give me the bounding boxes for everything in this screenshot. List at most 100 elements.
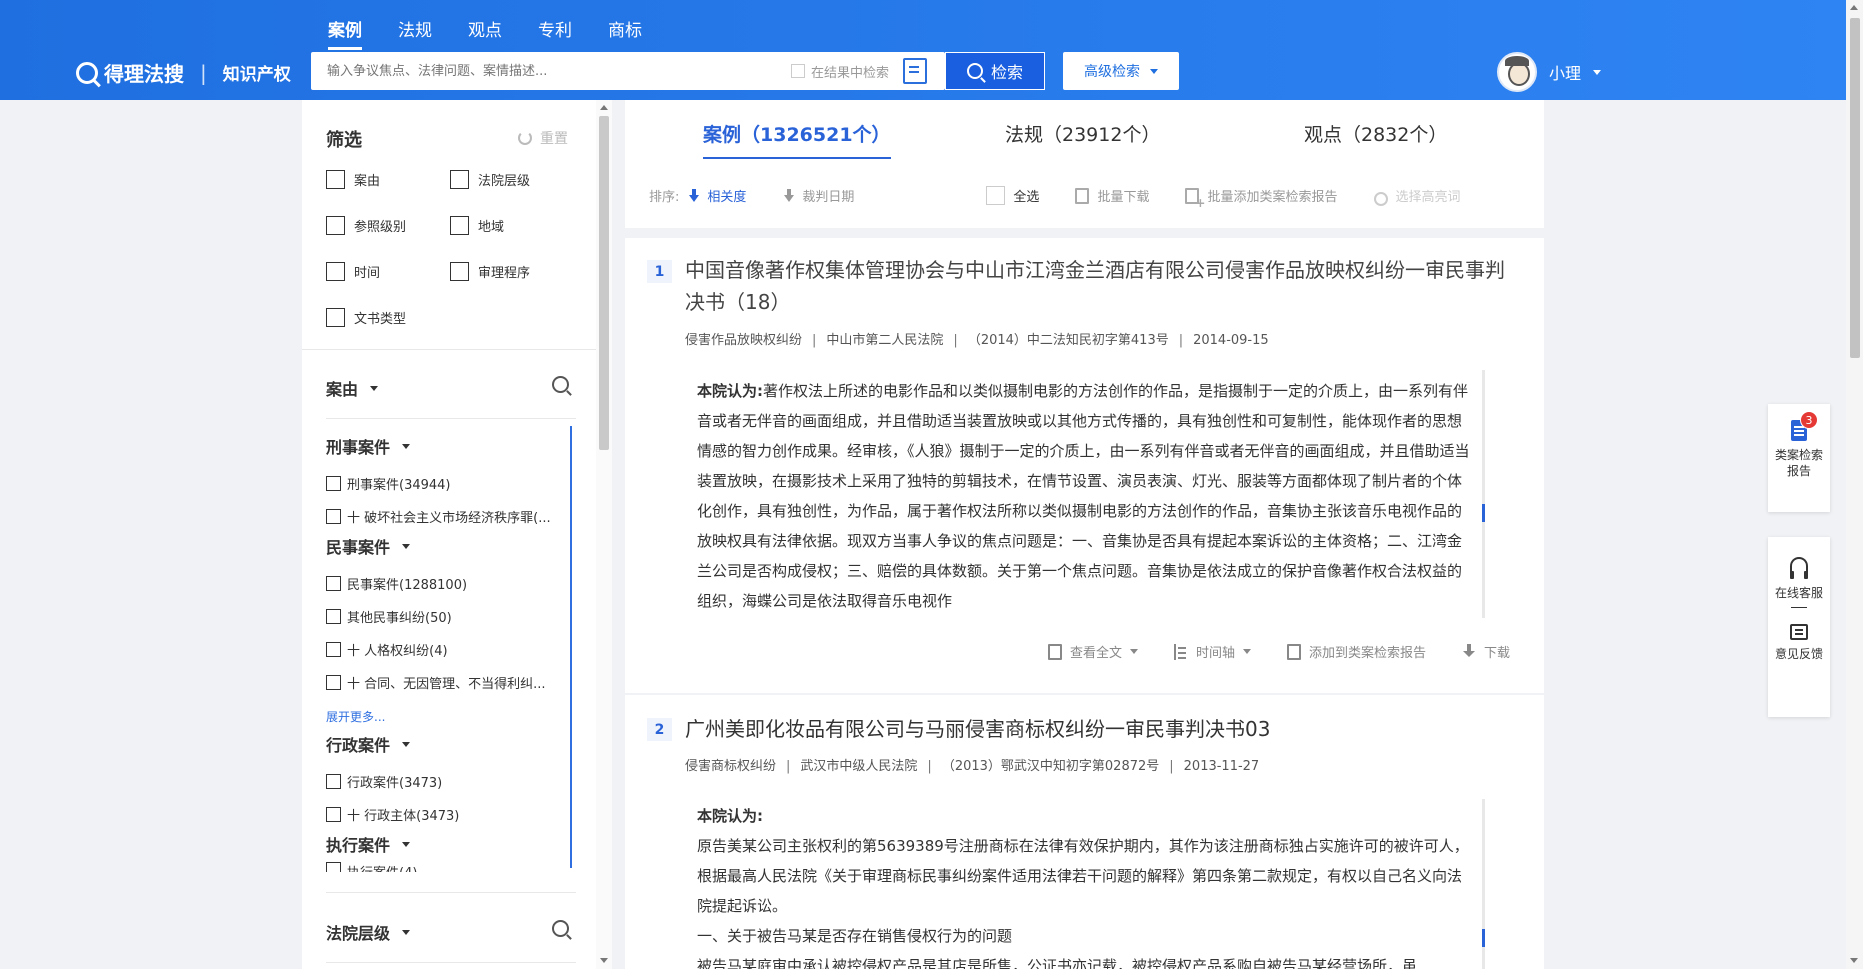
advanced-search-button[interactable]: 高级检索 (1063, 52, 1179, 90)
category-criminal[interactable]: 刑事案件 (326, 434, 411, 458)
batch-add-report-button[interactable]: 批量添加类案检索报告 (1185, 186, 1337, 210)
search-button[interactable]: 检索 (945, 52, 1045, 90)
advanced-search-label: 高级检索 (1084, 64, 1140, 80)
tree-item[interactable]: 十 破坏社会主义市场经济秩序罪(... (326, 507, 551, 526)
cause-section-header[interactable]: 案由 (326, 376, 379, 400)
checkbox[interactable] (326, 576, 341, 591)
user-name: 小理 (1549, 64, 1582, 83)
filter-time[interactable]: 时间 (326, 262, 450, 281)
logo[interactable]: 得理法搜 | 知识产权 (76, 58, 291, 87)
nav-law[interactable]: 法规 (398, 16, 432, 50)
category-enforcement[interactable]: 执行案件 (326, 832, 411, 856)
tab-viewpoints[interactable]: 观点（2832个） (1304, 120, 1447, 157)
checkbox[interactable] (450, 262, 469, 281)
checkbox[interactable] (326, 509, 341, 524)
scroll-up-arrow[interactable] (600, 105, 608, 110)
highlight-words-button[interactable]: 选择高亮词 (1371, 186, 1460, 206)
meta-court[interactable]: 武汉市中级人民法院 (800, 759, 917, 774)
reset-button[interactable]: 重置 (518, 128, 568, 148)
checkbox[interactable] (986, 186, 1006, 205)
checkbox[interactable] (326, 262, 345, 281)
nav-viewpoint[interactable]: 观点 (468, 16, 502, 50)
category-administrative[interactable]: 行政案件 (326, 732, 411, 756)
filter-document-type[interactable]: 文书类型 (326, 308, 450, 327)
checkbox[interactable] (326, 642, 341, 657)
case-report-button[interactable]: 类案检索报告 (1773, 420, 1825, 479)
checkbox[interactable] (450, 216, 469, 235)
search-icon[interactable] (552, 920, 569, 937)
filter-reference-level[interactable]: 参照级别 (326, 216, 450, 235)
timeline-button[interactable]: 时间轴 (1173, 642, 1251, 661)
tree-item[interactable]: 其他民事纠纷(50) (326, 607, 452, 626)
user-menu[interactable]: 小理 (1497, 52, 1602, 92)
page-scrollbar[interactable] (1846, 0, 1863, 969)
tab-cases[interactable]: 案例（1326521个） (703, 120, 891, 159)
page-scroll-thumb[interactable] (1850, 18, 1860, 358)
tree-item[interactable]: 执行案件(4) (326, 862, 417, 872)
checkbox[interactable] (326, 216, 345, 235)
chevron-down-icon (402, 741, 411, 747)
tree-item[interactable]: 刑事案件(34944) (326, 474, 451, 493)
report-float[interactable]: 类案检索报告 (1768, 404, 1830, 512)
tree-item[interactable]: 十 人格权纠纷(4) (326, 640, 448, 659)
checkbox[interactable] (326, 807, 341, 822)
checkbox[interactable] (326, 774, 341, 789)
scroll-down-arrow[interactable] (1850, 958, 1858, 963)
sort-judgment-date[interactable]: 裁判日期 (784, 186, 854, 205)
scroll-down-arrow[interactable] (600, 958, 608, 963)
tree-item[interactable]: 民事案件(1288100) (326, 574, 467, 593)
filter-trial-procedure[interactable]: 审理程序 (450, 262, 574, 281)
category-civil[interactable]: 民事案件 (326, 534, 411, 558)
select-all-label: 全选 (1013, 190, 1040, 205)
nav-patent[interactable]: 专利 (538, 16, 572, 50)
meta-court[interactable]: 中山市第二人民法院 (826, 333, 943, 348)
result-title[interactable]: 广州美即化妆品有限公司与马丽侵害商标权纠纷一审民事判决书03 (685, 713, 1515, 745)
filter-court-level[interactable]: 法院层级 (450, 170, 574, 189)
chevron-down-icon (1150, 68, 1158, 74)
checkbox[interactable] (326, 308, 345, 327)
divider (326, 418, 576, 419)
meta-cause[interactable]: 侵害作品放映权纠纷 (685, 333, 802, 348)
meta-cause[interactable]: 侵害商标权纠纷 (685, 759, 776, 774)
category-title: 执行案件 (326, 836, 391, 855)
add-to-report-button[interactable]: 添加到类案检索报告 (1286, 642, 1426, 661)
tree-item[interactable]: 十 合同、无因管理、不当得利纠... (326, 673, 546, 692)
filter-cause[interactable]: 案由 (326, 170, 450, 189)
feedback-button[interactable]: 意见反馈 (1775, 624, 1823, 662)
select-all[interactable]: 全选 (986, 186, 1039, 205)
sidebar-scroll-thumb[interactable] (599, 116, 609, 450)
nav-case[interactable]: 案例 (328, 16, 362, 50)
nav-trademark[interactable]: 商标 (608, 16, 642, 50)
checkbox[interactable] (326, 170, 345, 189)
checkbox[interactable] (326, 862, 341, 872)
tree-item[interactable]: 十 行政主体(3473) (326, 805, 459, 824)
excerpt-scroll-thumb[interactable] (1482, 929, 1485, 947)
meta-separator: | (927, 759, 932, 774)
search-icon[interactable] (552, 376, 569, 393)
search-in-results-checkbox[interactable] (790, 64, 805, 78)
checkbox[interactable] (326, 675, 341, 690)
search-input[interactable] (311, 52, 791, 90)
result-title[interactable]: 中国音像著作权集体管理协会与中山市江湾金兰酒店有限公司侵害作品放映权纠纷一审民事… (685, 254, 1515, 318)
document-search-icon[interactable] (903, 58, 927, 84)
view-full-text-button[interactable]: 查看全文 (1047, 642, 1138, 661)
avatar[interactable] (1497, 52, 1537, 92)
sidebar-scrollbar[interactable] (596, 100, 612, 969)
scroll-up-arrow[interactable] (1850, 5, 1858, 10)
filter-region[interactable]: 地域 (450, 216, 574, 235)
expand-more-link[interactable]: 展开更多... (326, 708, 385, 725)
tree-item-label: 刑事案件(34944) (347, 478, 451, 493)
sort-relevance[interactable]: 相关度 (689, 186, 746, 205)
checkbox[interactable] (326, 609, 341, 624)
search-in-results[interactable]: 在结果中检索 (790, 62, 889, 81)
cause-tree: 刑事案件 刑事案件(34944) 十 破坏社会主义市场经济秩序罪(... 民事案… (326, 430, 586, 969)
tree-item[interactable]: 行政案件(3473) (326, 772, 442, 791)
court-level-section-header[interactable]: 法院层级 (326, 920, 411, 944)
checkbox[interactable] (326, 476, 341, 491)
batch-download-button[interactable]: 批量下载 (1075, 186, 1149, 205)
excerpt-scroll-thumb[interactable] (1482, 504, 1485, 522)
checkbox[interactable] (450, 170, 469, 189)
online-service-button[interactable]: 在线客服 (1775, 557, 1823, 601)
download-button[interactable]: 下载 (1462, 642, 1510, 661)
tab-laws[interactable]: 法规（23912个） (1005, 120, 1160, 157)
